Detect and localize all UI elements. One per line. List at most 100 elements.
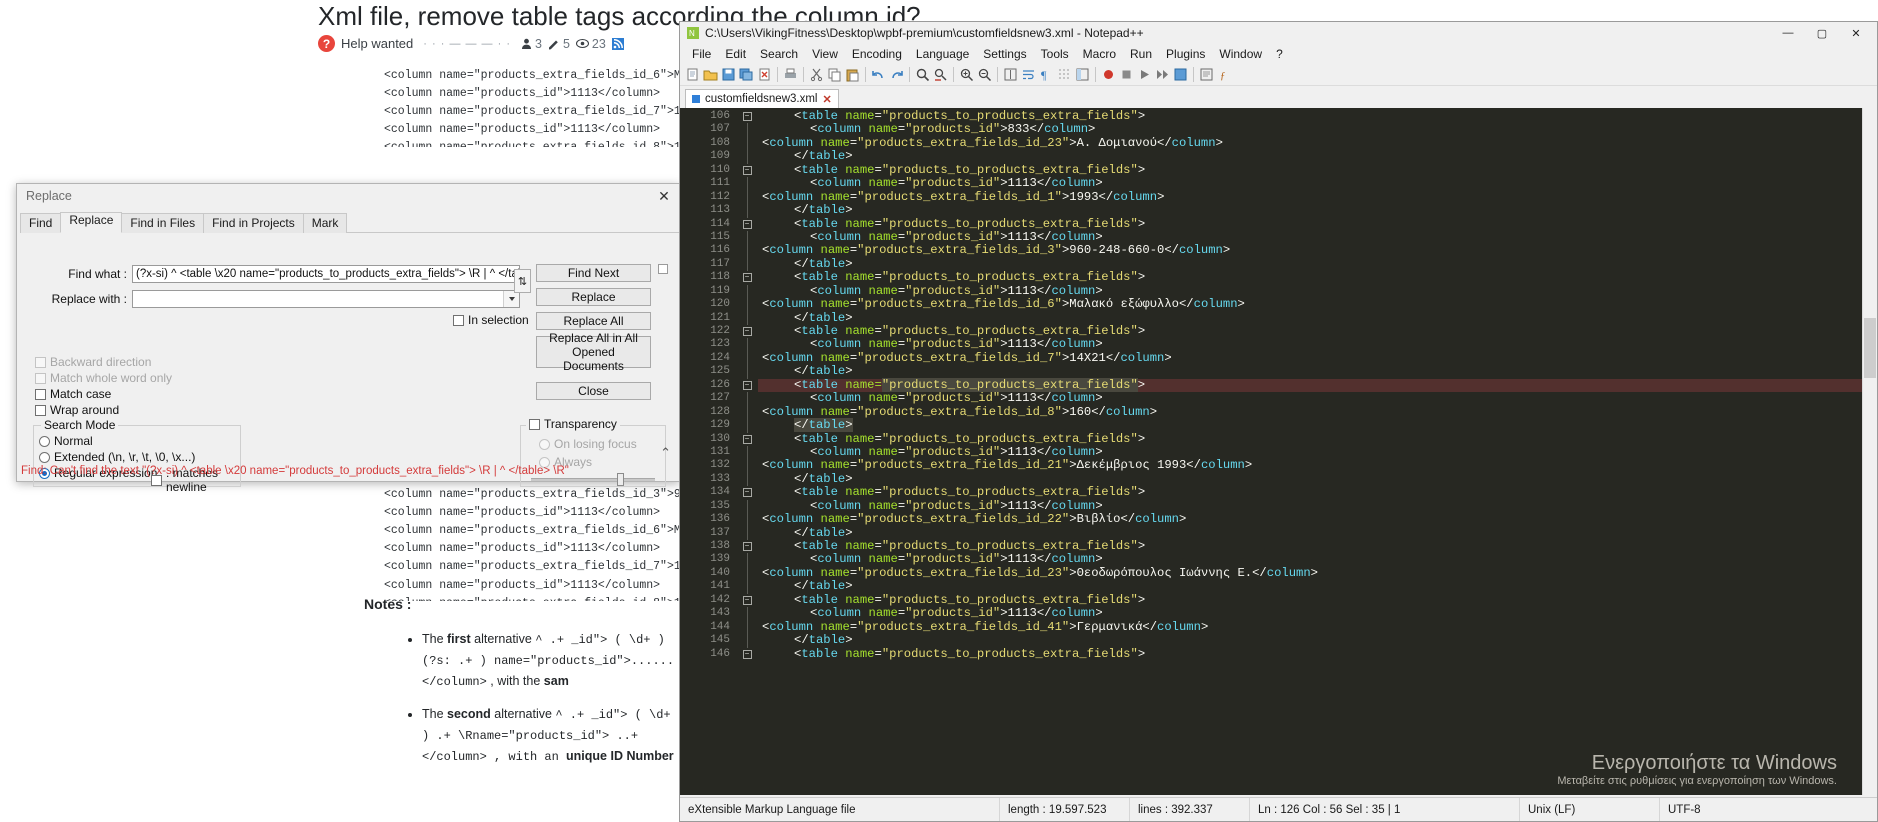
- code-line[interactable]: <column name="products_extra_fields_id_6…: [758, 297, 1877, 311]
- play-macro-icon[interactable]: [1136, 66, 1153, 83]
- notepadpp-titlebar[interactable]: N C:\Users\VikingFitness\Desktop\wpbf-pr…: [680, 22, 1877, 44]
- code-editor[interactable]: 106 107 108 109 110 111 112 113 114 115 116 117 118 1…: [680, 108, 1877, 795]
- redo-icon[interactable]: [888, 66, 905, 83]
- fold-toggle[interactable]: −: [736, 648, 758, 661]
- code-line[interactable]: </table>: [758, 418, 1877, 433]
- scrollbar-thumb[interactable]: [1864, 318, 1876, 378]
- save-all-icon[interactable]: [738, 66, 755, 83]
- code-line[interactable]: <column name="products_id">1113</column>: [758, 230, 1877, 244]
- swap-fields-button[interactable]: ⇅: [514, 269, 531, 293]
- menu-edit[interactable]: Edit: [718, 45, 753, 63]
- find-icon[interactable]: [914, 66, 931, 83]
- code-line[interactable]: <table name="products_to_products_extra_…: [758, 432, 1877, 446]
- match-whole-word-checkbox[interactable]: Match whole word only: [35, 371, 172, 385]
- window-controls[interactable]: — ▢ ✕: [1771, 23, 1873, 44]
- menu-encoding[interactable]: Encoding: [845, 45, 909, 63]
- open-file-icon[interactable]: [702, 66, 719, 83]
- tab-close-icon[interactable]: ✕: [822, 93, 831, 106]
- code-line[interactable]: <table name="products_to_products_extra_…: [758, 539, 1877, 553]
- minimize-icon[interactable]: —: [1771, 23, 1805, 44]
- code-line[interactable]: </table>: [758, 365, 1877, 378]
- fold-toggle[interactable]: −: [736, 325, 758, 338]
- code-line[interactable]: </table>: [758, 580, 1877, 593]
- notepadpp-window[interactable]: N C:\Users\VikingFitness\Desktop\wpbf-pr…: [679, 21, 1878, 822]
- fold-toggle[interactable]: −: [736, 218, 758, 231]
- code-line[interactable]: <table name="products_to_products_extra_…: [758, 377, 1877, 393]
- word-wrap-icon[interactable]: [1020, 66, 1037, 83]
- print-icon[interactable]: [782, 66, 799, 83]
- code-line[interactable]: </table>: [758, 472, 1877, 486]
- code-line[interactable]: <column name="products_extra_fields_id_2…: [758, 566, 1877, 580]
- cut-icon[interactable]: [808, 66, 825, 83]
- sync-scroll-v-icon[interactable]: [1002, 66, 1019, 83]
- fold-toggle[interactable]: −: [736, 110, 758, 123]
- fold-toggle[interactable]: −: [736, 379, 758, 392]
- code-line[interactable]: <column name="products_id">1113</column>: [758, 445, 1877, 459]
- indent-guide-icon[interactable]: [1056, 66, 1073, 83]
- code-line[interactable]: <column name="products_extra_fields_id_8…: [758, 405, 1877, 419]
- code-line[interactable]: <column name="products_extra_fields_id_1…: [758, 190, 1877, 204]
- replace-button[interactable]: Replace: [536, 288, 651, 306]
- new-file-icon[interactable]: [684, 66, 701, 83]
- paste-icon[interactable]: [844, 66, 861, 83]
- code-line[interactable]: <table name="products_to_products_extra_…: [758, 593, 1877, 607]
- transparency-on-losing-focus[interactable]: On losing focus: [539, 437, 637, 451]
- code-line[interactable]: </table>: [758, 526, 1877, 540]
- menu-search[interactable]: Search: [753, 45, 805, 63]
- backward-direction-checkbox[interactable]: Backward direction: [35, 355, 151, 369]
- code-line[interactable]: <column name="products_extra_fields_id_2…: [758, 512, 1877, 526]
- code-line[interactable]: </table>: [758, 150, 1877, 163]
- code-line[interactable]: <column name="products_extra_fields_id_7…: [758, 351, 1877, 365]
- close-button[interactable]: Close: [536, 382, 651, 400]
- replace-dialog-titlebar[interactable]: Replace ✕: [17, 184, 679, 208]
- code-line[interactable]: <column name="products_extra_fields_id_4…: [758, 620, 1877, 634]
- maximize-icon[interactable]: ▢: [1805, 23, 1839, 44]
- code-line[interactable]: <table name="products_to_products_extra_…: [758, 486, 1877, 499]
- close-icon[interactable]: ✕: [1839, 23, 1873, 44]
- replace-all-button[interactable]: Replace All: [536, 312, 651, 330]
- code-line[interactable]: </table>: [758, 311, 1877, 325]
- rss-icon[interactable]: [611, 37, 624, 50]
- menu-language[interactable]: Language: [909, 45, 976, 63]
- code-line[interactable]: <table name="products_to_products_extra_…: [758, 163, 1877, 177]
- menu-plugins[interactable]: Plugins: [1159, 45, 1212, 63]
- fold-toggle[interactable]: −: [736, 594, 758, 607]
- code-line[interactable]: <column name="products_id">833</column>: [758, 123, 1877, 136]
- fold-toggle[interactable]: −: [736, 433, 758, 446]
- editor-text-area[interactable]: <table name="products_to_products_extra_…: [758, 108, 1877, 795]
- search-mode-normal[interactable]: Normal: [39, 434, 93, 448]
- code-line[interactable]: <column name="products_extra_fields_id_2…: [758, 459, 1877, 472]
- code-line[interactable]: <column name="products_id">1113</column>: [758, 499, 1877, 513]
- record-macro-icon[interactable]: [1100, 66, 1117, 83]
- replace-all-opened-docs-button[interactable]: Replace All in All Opened Documents: [536, 331, 651, 373]
- code-line[interactable]: </table>: [758, 203, 1877, 217]
- save-macro-icon[interactable]: [1172, 66, 1189, 83]
- code-line[interactable]: <column name="products_extra_fields_id_3…: [758, 244, 1877, 257]
- code-line[interactable]: <column name="products_id">1113</column>: [758, 391, 1877, 405]
- save-icon[interactable]: [720, 66, 737, 83]
- tab-find[interactable]: Find: [20, 213, 62, 233]
- tab-bar[interactable]: customfieldsnew3.xml ✕: [680, 86, 1877, 108]
- fold-toggle[interactable]: −: [736, 164, 758, 177]
- zoom-in-icon[interactable]: [958, 66, 975, 83]
- menu-tools[interactable]: Tools: [1034, 45, 1076, 63]
- code-line[interactable]: <table name="products_to_products_extra_…: [758, 271, 1877, 284]
- fold-toggle[interactable]: −: [736, 486, 758, 499]
- editor-vertical-scrollbar[interactable]: [1862, 108, 1877, 795]
- tab-replace[interactable]: Replace: [60, 212, 123, 233]
- replace-icon[interactable]: [932, 66, 949, 83]
- code-line[interactable]: <column name="products_id">1113</column>: [758, 553, 1877, 566]
- fold-margin[interactable]: − − − − − − − − − − −: [736, 108, 758, 795]
- code-line[interactable]: <table name="products_to_products_extra_…: [758, 109, 1877, 123]
- find-what-input[interactable]: (?x-si) ^ <table \x20 name="products_to_…: [132, 265, 520, 283]
- code-line[interactable]: <table name="products_to_products_extra_…: [758, 647, 1877, 661]
- transparency-checkbox[interactable]: Transparency: [526, 417, 620, 431]
- wrap-around-checkbox[interactable]: Wrap around: [35, 403, 119, 417]
- replace-dialog-tabs[interactable]: Find Replace Find in Files Find in Proje…: [20, 212, 679, 233]
- code-line[interactable]: <column name="products_id">1113</column>: [758, 606, 1877, 620]
- code-line[interactable]: </table>: [758, 257, 1877, 271]
- menu-macro[interactable]: Macro: [1076, 45, 1123, 63]
- find-next-button[interactable]: Find Next: [536, 264, 651, 282]
- code-line[interactable]: <table name="products_to_products_extra_…: [758, 324, 1877, 338]
- close-file-icon[interactable]: [756, 66, 773, 83]
